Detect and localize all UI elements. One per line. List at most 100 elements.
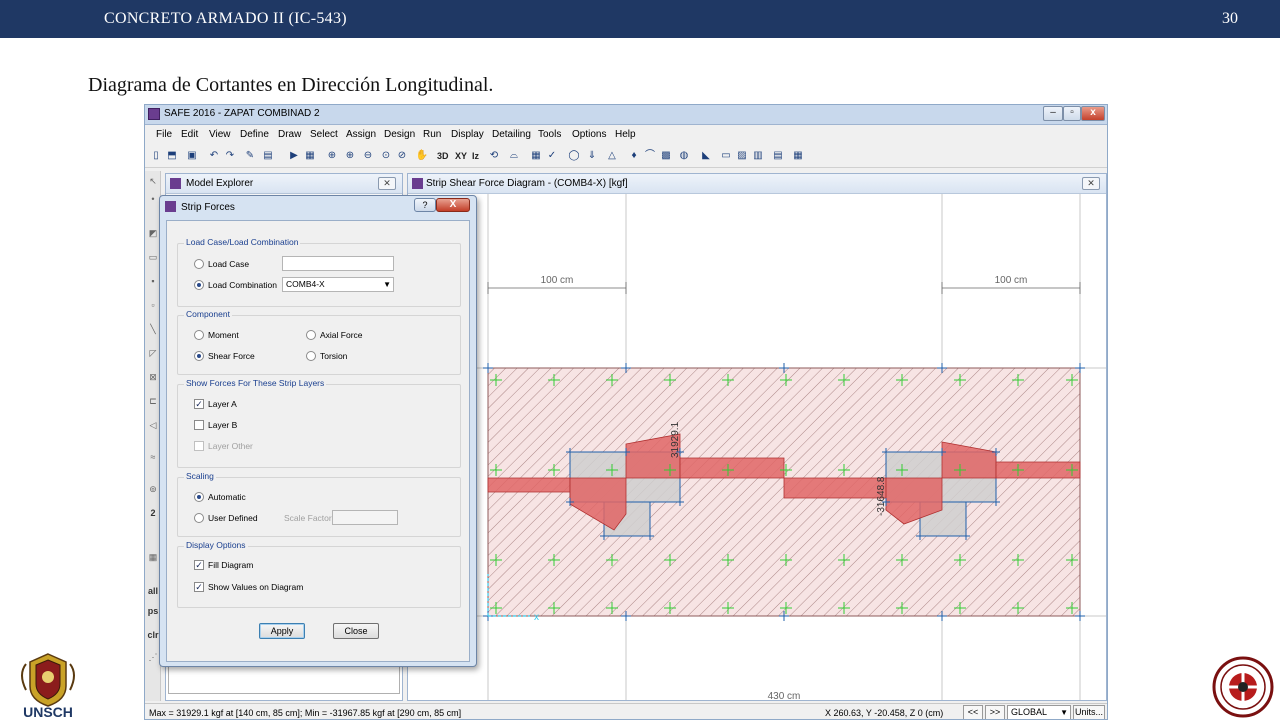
dialog-help-button[interactable]: ?	[414, 198, 436, 212]
minimize-button[interactable]: –	[1043, 106, 1063, 121]
tendon-icon[interactable]: ▨	[735, 149, 749, 163]
pointer-icon[interactable]: ↖	[147, 175, 159, 187]
model-explorer-close-icon[interactable]: ✕	[378, 177, 396, 190]
snap-grid-icon[interactable]: ⋰	[147, 651, 159, 663]
deformed-shape-icon[interactable]: ♦	[627, 149, 641, 163]
draw-strip-icon[interactable]: ⊏	[147, 395, 159, 407]
triangle-icon[interactable]: △	[605, 149, 619, 163]
zoom-window-icon[interactable]: ⊕	[325, 149, 339, 163]
draw-wall-icon[interactable]: ▫	[147, 299, 159, 311]
zoom-out-icon[interactable]: ⊖	[361, 149, 375, 163]
pan-icon[interactable]: ✋	[415, 149, 429, 163]
shear-diagram-canvas[interactable]: 100 cm 100 cm 430 cm 31929.1 -31648.8 x	[408, 194, 1107, 701]
grid-icon[interactable]: ▦	[529, 149, 543, 163]
redo-icon[interactable]: ↷	[223, 149, 237, 163]
strip-forces-icon[interactable]: ▩	[659, 149, 673, 163]
rotate-icon[interactable]: ⟲	[487, 149, 501, 163]
draw-rect-icon[interactable]: ▭	[147, 251, 159, 263]
draw-column-icon[interactable]: ▪	[147, 275, 159, 287]
automatic-radio[interactable]	[194, 492, 204, 502]
menu-tools[interactable]: Tools	[538, 129, 561, 140]
load-case-radio[interactable]	[194, 259, 204, 269]
menu-design[interactable]: Design	[384, 129, 415, 140]
apply-button[interactable]: Apply	[259, 623, 305, 639]
run-icon[interactable]: ▶	[287, 149, 301, 163]
previous-selection-button[interactable]: ps	[147, 605, 159, 617]
fill-diagram-checkbox[interactable]: ✓	[194, 560, 204, 570]
menu-display[interactable]: Display	[451, 129, 484, 140]
draw-beam-icon[interactable]: ◸	[147, 347, 159, 359]
close-button[interactable]: Close	[333, 623, 379, 639]
layer-other-checkbox[interactable]	[194, 441, 204, 451]
load-combination-select[interactable]: COMB4-X ▼	[282, 277, 394, 292]
coordinate-system-select[interactable]: GLOBAL ▼	[1007, 705, 1071, 719]
dropdown-arrow-icon: ▼	[383, 280, 391, 289]
spreadsheet-icon[interactable]: ▦	[791, 149, 805, 163]
check-icon[interactable]: ✓	[545, 149, 559, 163]
circle-icon[interactable]: ◯	[567, 149, 581, 163]
undo-icon[interactable]: ↶	[207, 149, 221, 163]
new-file-icon[interactable]: ▯	[149, 149, 163, 163]
units-button[interactable]: Units...	[1073, 705, 1105, 719]
moment-radio[interactable]	[194, 330, 204, 340]
menu-options[interactable]: Options	[572, 129, 606, 140]
save-icon[interactable]: ▣	[185, 149, 199, 163]
menu-help[interactable]: Help	[615, 129, 636, 140]
window-title: SAFE 2016 - ZAPAT COMBINAD 2	[164, 108, 320, 119]
slab-forces-icon[interactable]: ◍	[677, 149, 691, 163]
load-icon[interactable]: ⇓	[585, 149, 599, 163]
menu-view[interactable]: View	[209, 129, 231, 140]
menu-file[interactable]: File	[156, 129, 172, 140]
select-2-button[interactable]: 2	[147, 507, 159, 519]
load-combination-radio[interactable]	[194, 280, 204, 290]
next-button[interactable]: >>	[985, 705, 1005, 719]
menu-select[interactable]: Select	[310, 129, 338, 140]
previous-button[interactable]: <<	[963, 705, 983, 719]
menu-define[interactable]: Define	[240, 129, 269, 140]
open-file-icon[interactable]: ⬒	[165, 149, 179, 163]
draw-area-icon[interactable]: ◩	[147, 227, 159, 239]
table-icon[interactable]: ▥	[751, 149, 765, 163]
design-strip-icon[interactable]: ≈	[147, 451, 159, 463]
layer-a-checkbox[interactable]: ✓	[194, 399, 204, 409]
draw-dimension-icon[interactable]: ◁	[147, 419, 159, 431]
zoom-fit-icon[interactable]: ⊙	[379, 149, 393, 163]
view-3d-button[interactable]: 3D	[437, 149, 449, 163]
axial-force-radio[interactable]	[306, 330, 316, 340]
dialog-close-button[interactable]: X	[436, 198, 470, 212]
shear-force-radio[interactable]	[194, 351, 204, 361]
window-close-button[interactable]: x	[1081, 106, 1105, 121]
punching-icon[interactable]: ▭	[719, 149, 733, 163]
draw-point-icon[interactable]: •	[147, 193, 159, 205]
view-xy-button[interactable]: XY	[455, 149, 467, 163]
diagram-close-icon[interactable]: ✕	[1082, 177, 1100, 190]
run-check-icon[interactable]: ▦	[303, 149, 317, 163]
pencil-icon[interactable]: ✎	[243, 149, 257, 163]
beam-forces-icon[interactable]: ◣	[699, 149, 713, 163]
draw-tendon-icon[interactable]: ⊠	[147, 371, 159, 383]
zoom-in-icon[interactable]: ⊕	[343, 149, 357, 163]
view-elevation-button[interactable]: Iz	[472, 149, 479, 163]
zoom-previous-icon[interactable]: ⊘	[395, 149, 409, 163]
menu-edit[interactable]: Edit	[181, 129, 198, 140]
draw-line-icon[interactable]: ╲	[147, 323, 159, 335]
perspective-icon[interactable]: ⌓	[507, 149, 521, 163]
menu-detailing[interactable]: Detailing	[492, 129, 531, 140]
menu-assign[interactable]: Assign	[346, 129, 376, 140]
torsion-radio[interactable]	[306, 351, 316, 361]
point-load-icon[interactable]: ⊚	[147, 483, 159, 495]
menu-run[interactable]: Run	[423, 129, 441, 140]
lock-icon[interactable]: ▤	[261, 149, 275, 163]
menu-draw[interactable]: Draw	[278, 129, 301, 140]
select-grid-icon[interactable]: ▦	[147, 551, 159, 563]
maximize-button[interactable]: ▫	[1063, 106, 1081, 121]
show-values-checkbox[interactable]: ✓	[194, 582, 204, 592]
clear-selection-button[interactable]: clr	[147, 629, 159, 641]
select-all-button[interactable]: all	[147, 585, 159, 597]
layer-b-checkbox[interactable]	[194, 420, 204, 430]
report-icon[interactable]: ▤	[771, 149, 785, 163]
scale-factor-input[interactable]	[332, 510, 398, 525]
user-defined-radio[interactable]	[194, 513, 204, 523]
load-case-field[interactable]	[282, 256, 394, 271]
reactions-icon[interactable]: ⌒	[643, 149, 657, 163]
